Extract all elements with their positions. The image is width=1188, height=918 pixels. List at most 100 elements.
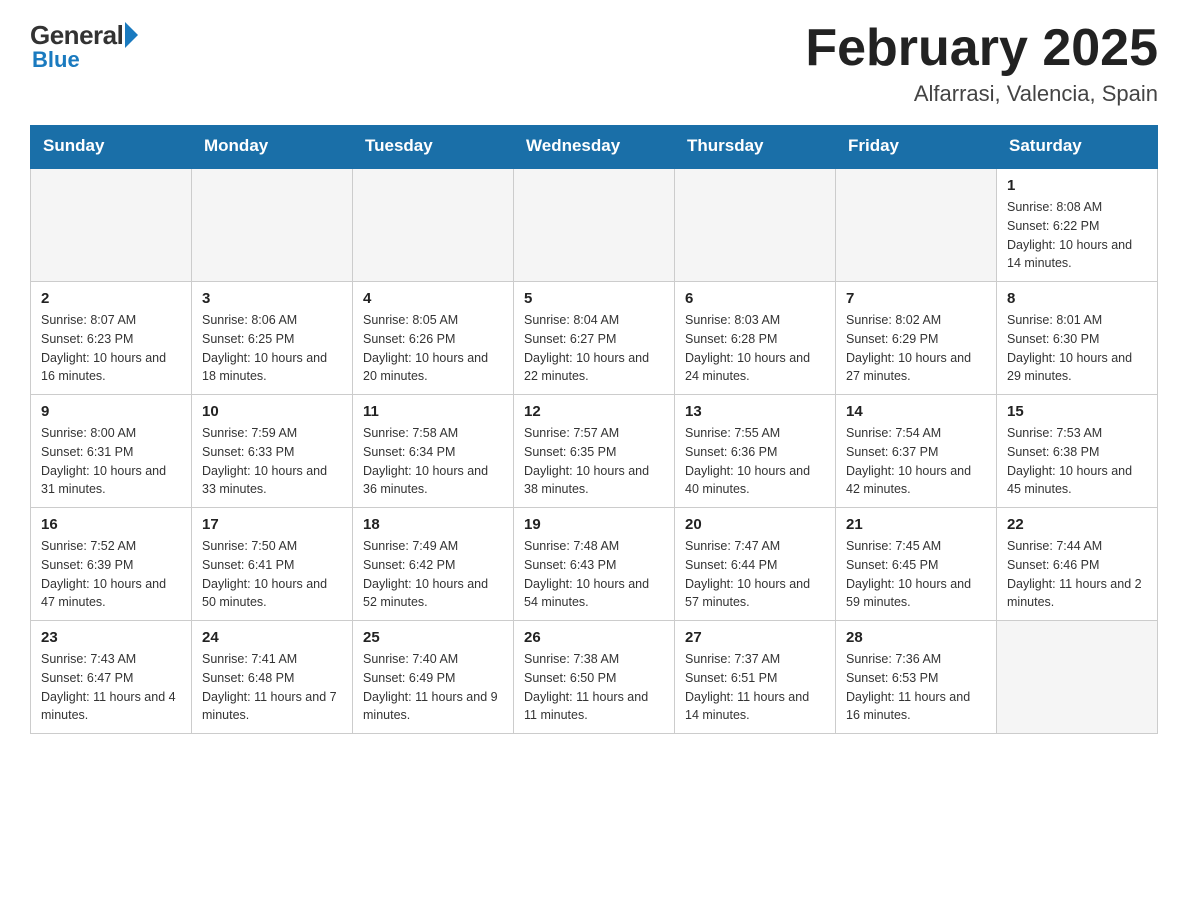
day-number: 26 bbox=[524, 629, 664, 646]
day-number: 2 bbox=[41, 290, 181, 307]
day-info: Sunrise: 8:01 AMSunset: 6:30 PMDaylight:… bbox=[1007, 311, 1147, 386]
calendar-day-cell: 22 Sunrise: 7:44 AMSunset: 6:46 PMDayligh… bbox=[997, 508, 1158, 621]
day-info: Sunrise: 8:03 AMSunset: 6:28 PMDaylight:… bbox=[685, 311, 825, 386]
day-number: 17 bbox=[202, 516, 342, 533]
calendar-day-cell: 3 Sunrise: 8:06 AMSunset: 6:25 PMDaylight… bbox=[192, 282, 353, 395]
day-number: 9 bbox=[41, 403, 181, 420]
calendar-day-cell: 5 Sunrise: 8:04 AMSunset: 6:27 PMDaylight… bbox=[514, 282, 675, 395]
calendar-day-cell: 17 Sunrise: 7:50 AMSunset: 6:41 PMDayligh… bbox=[192, 508, 353, 621]
day-info: Sunrise: 7:52 AMSunset: 6:39 PMDaylight:… bbox=[41, 537, 181, 612]
logo-blue-text: Blue bbox=[32, 47, 80, 73]
day-info: Sunrise: 7:37 AMSunset: 6:51 PMDaylight:… bbox=[685, 650, 825, 725]
calendar-day-cell: 9 Sunrise: 8:00 AMSunset: 6:31 PMDaylight… bbox=[31, 395, 192, 508]
calendar-day-cell: 12Sunrise: 7:57 AMSunset: 6:35 PMDayligh… bbox=[514, 395, 675, 508]
calendar-day-cell: 18Sunrise: 7:49 AMSunset: 6:42 PMDayligh… bbox=[353, 508, 514, 621]
calendar-day-cell: 20Sunrise: 7:47 AMSunset: 6:44 PMDayligh… bbox=[675, 508, 836, 621]
calendar-week-row: 9 Sunrise: 8:00 AMSunset: 6:31 PMDaylight… bbox=[31, 395, 1158, 508]
day-number: 25 bbox=[363, 629, 503, 646]
calendar-week-row: 23 Sunrise: 7:43 AMSunset: 6:47 PMDayligh… bbox=[31, 621, 1158, 734]
day-info: Sunrise: 8:06 AMSunset: 6:25 PMDaylight:… bbox=[202, 311, 342, 386]
calendar-day-cell: 16 Sunrise: 7:52 AMSunset: 6:39 PMDayligh… bbox=[31, 508, 192, 621]
calendar-day-cell bbox=[31, 168, 192, 282]
day-info: Sunrise: 7:40 AMSunset: 6:49 PMDaylight:… bbox=[363, 650, 503, 725]
weekday-header-row: SundayMondayTuesdayWednesdayThursdayFrid… bbox=[31, 126, 1158, 168]
calendar-day-cell bbox=[192, 168, 353, 282]
calendar-day-cell: 13 Sunrise: 7:55 AMSunset: 6:36 PMDayligh… bbox=[675, 395, 836, 508]
month-title: February 2025 bbox=[805, 20, 1158, 77]
calendar-day-cell: 2 Sunrise: 8:07 AMSunset: 6:23 PMDaylight… bbox=[31, 282, 192, 395]
calendar-day-cell: 25 Sunrise: 7:40 AMSunset: 6:49 PMDayligh… bbox=[353, 621, 514, 734]
calendar-week-row: 1 Sunrise: 8:08 AMSunset: 6:22 PMDaylight… bbox=[31, 168, 1158, 282]
day-info: Sunrise: 7:54 AMSunset: 6:37 PMDaylight:… bbox=[846, 424, 986, 499]
day-info: Sunrise: 7:38 AMSunset: 6:50 PMDaylight:… bbox=[524, 650, 664, 725]
day-number: 27 bbox=[685, 629, 825, 646]
calendar-day-cell: 28 Sunrise: 7:36 AMSunset: 6:53 PMDayligh… bbox=[836, 621, 997, 734]
day-info: Sunrise: 7:41 AMSunset: 6:48 PMDaylight:… bbox=[202, 650, 342, 725]
day-info: Sunrise: 8:04 AMSunset: 6:27 PMDaylight:… bbox=[524, 311, 664, 386]
weekday-header-wednesday: Wednesday bbox=[514, 126, 675, 168]
calendar-day-cell: 6Sunrise: 8:03 AMSunset: 6:28 PMDaylight… bbox=[675, 282, 836, 395]
calendar-day-cell: 15Sunrise: 7:53 AMSunset: 6:38 PMDayligh… bbox=[997, 395, 1158, 508]
location-title: Alfarrasi, Valencia, Spain bbox=[805, 81, 1158, 107]
calendar-day-cell: 19 Sunrise: 7:48 AMSunset: 6:43 PMDayligh… bbox=[514, 508, 675, 621]
day-info: Sunrise: 7:59 AMSunset: 6:33 PMDaylight:… bbox=[202, 424, 342, 499]
calendar-week-row: 2 Sunrise: 8:07 AMSunset: 6:23 PMDaylight… bbox=[31, 282, 1158, 395]
day-number: 3 bbox=[202, 290, 342, 307]
day-info: Sunrise: 7:44 AMSunset: 6:46 PMDaylight:… bbox=[1007, 537, 1147, 612]
day-info: Sunrise: 7:53 AMSunset: 6:38 PMDaylight:… bbox=[1007, 424, 1147, 499]
day-number: 13 bbox=[685, 403, 825, 420]
day-number: 24 bbox=[202, 629, 342, 646]
day-number: 23 bbox=[41, 629, 181, 646]
day-number: 14 bbox=[846, 403, 986, 420]
day-info: Sunrise: 7:55 AMSunset: 6:36 PMDaylight:… bbox=[685, 424, 825, 499]
day-number: 22 bbox=[1007, 516, 1147, 533]
page-header: General Blue February 2025 Alfarrasi, Va… bbox=[30, 20, 1158, 107]
day-number: 5 bbox=[524, 290, 664, 307]
day-number: 21 bbox=[846, 516, 986, 533]
logo-triangle-icon bbox=[125, 22, 138, 48]
calendar-day-cell bbox=[836, 168, 997, 282]
day-info: Sunrise: 7:48 AMSunset: 6:43 PMDaylight:… bbox=[524, 537, 664, 612]
calendar-day-cell: 10Sunrise: 7:59 AMSunset: 6:33 PMDayligh… bbox=[192, 395, 353, 508]
day-info: Sunrise: 8:00 AMSunset: 6:31 PMDaylight:… bbox=[41, 424, 181, 499]
day-number: 7 bbox=[846, 290, 986, 307]
day-number: 1 bbox=[1007, 177, 1147, 194]
day-info: Sunrise: 7:57 AMSunset: 6:35 PMDaylight:… bbox=[524, 424, 664, 499]
day-number: 18 bbox=[363, 516, 503, 533]
weekday-header-sunday: Sunday bbox=[31, 126, 192, 168]
calendar-day-cell: 7 Sunrise: 8:02 AMSunset: 6:29 PMDaylight… bbox=[836, 282, 997, 395]
weekday-header-saturday: Saturday bbox=[997, 126, 1158, 168]
calendar-day-cell: 1 Sunrise: 8:08 AMSunset: 6:22 PMDaylight… bbox=[997, 168, 1158, 282]
calendar-day-cell bbox=[353, 168, 514, 282]
calendar-day-cell: 21Sunrise: 7:45 AMSunset: 6:45 PMDayligh… bbox=[836, 508, 997, 621]
day-number: 16 bbox=[41, 516, 181, 533]
calendar-day-cell: 27 Sunrise: 7:37 AMSunset: 6:51 PMDayligh… bbox=[675, 621, 836, 734]
day-info: Sunrise: 7:50 AMSunset: 6:41 PMDaylight:… bbox=[202, 537, 342, 612]
day-info: Sunrise: 7:43 AMSunset: 6:47 PMDaylight:… bbox=[41, 650, 181, 725]
calendar-day-cell bbox=[514, 168, 675, 282]
day-info: Sunrise: 8:07 AMSunset: 6:23 PMDaylight:… bbox=[41, 311, 181, 386]
calendar-day-cell: 26 Sunrise: 7:38 AMSunset: 6:50 PMDayligh… bbox=[514, 621, 675, 734]
title-block: February 2025 Alfarrasi, Valencia, Spain bbox=[805, 20, 1158, 107]
calendar-day-cell bbox=[997, 621, 1158, 734]
day-number: 8 bbox=[1007, 290, 1147, 307]
calendar-day-cell: 23 Sunrise: 7:43 AMSunset: 6:47 PMDayligh… bbox=[31, 621, 192, 734]
calendar-day-cell: 14 Sunrise: 7:54 AMSunset: 6:37 PMDayligh… bbox=[836, 395, 997, 508]
calendar-week-row: 16 Sunrise: 7:52 AMSunset: 6:39 PMDayligh… bbox=[31, 508, 1158, 621]
weekday-header-thursday: Thursday bbox=[675, 126, 836, 168]
calendar-day-cell: 24 Sunrise: 7:41 AMSunset: 6:48 PMDayligh… bbox=[192, 621, 353, 734]
calendar-day-cell: 4Sunrise: 8:05 AMSunset: 6:26 PMDaylight… bbox=[353, 282, 514, 395]
day-info: Sunrise: 8:08 AMSunset: 6:22 PMDaylight:… bbox=[1007, 198, 1147, 273]
logo: General Blue bbox=[30, 20, 138, 73]
day-number: 19 bbox=[524, 516, 664, 533]
day-number: 28 bbox=[846, 629, 986, 646]
day-info: Sunrise: 8:05 AMSunset: 6:26 PMDaylight:… bbox=[363, 311, 503, 386]
calendar-table: SundayMondayTuesdayWednesdayThursdayFrid… bbox=[30, 125, 1158, 734]
weekday-header-friday: Friday bbox=[836, 126, 997, 168]
day-info: Sunrise: 7:36 AMSunset: 6:53 PMDaylight:… bbox=[846, 650, 986, 725]
calendar-day-cell bbox=[675, 168, 836, 282]
day-number: 20 bbox=[685, 516, 825, 533]
day-number: 11 bbox=[363, 403, 503, 420]
day-info: Sunrise: 7:58 AMSunset: 6:34 PMDaylight:… bbox=[363, 424, 503, 499]
day-info: Sunrise: 8:02 AMSunset: 6:29 PMDaylight:… bbox=[846, 311, 986, 386]
